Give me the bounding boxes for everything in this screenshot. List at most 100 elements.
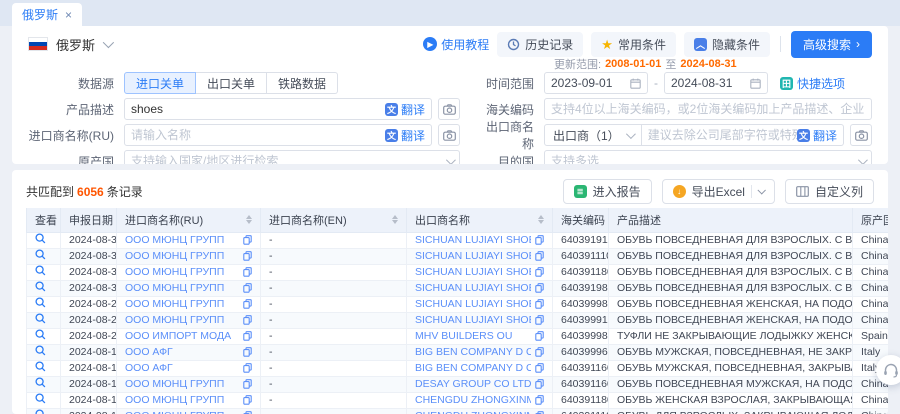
column-header[interactable]: 申报日期: [61, 208, 117, 232]
sort-icon[interactable]: [538, 215, 544, 224]
cell-view[interactable]: [27, 312, 61, 328]
copy-icon[interactable]: [243, 251, 252, 261]
importer-ru-link[interactable]: ООО МЮНЦ ГРУПП: [125, 282, 224, 294]
exporter-link[interactable]: DESAY GROUP CO LTD: [415, 378, 531, 390]
exporter-link[interactable]: BIG BEN COMPANY D O O FROM BEST T: [415, 362, 531, 374]
exporter-link[interactable]: MHV BUILDERS OU: [415, 330, 512, 342]
tab-russia[interactable]: 俄罗斯 ×: [12, 3, 82, 26]
view-icon[interactable]: [35, 345, 46, 356]
importer-ru-link[interactable]: ООО МЮНЦ ГРУПП: [125, 250, 224, 262]
view-icon[interactable]: [35, 393, 46, 404]
view-icon[interactable]: [35, 297, 46, 308]
copy-icon[interactable]: [243, 331, 252, 341]
cell-view[interactable]: [27, 392, 61, 408]
exporter-type-select[interactable]: 出口商（1）: [544, 124, 642, 146]
importer-ru-link[interactable]: ООО МЮНЦ ГРУПП: [125, 234, 224, 246]
copy-icon[interactable]: [535, 315, 544, 325]
cell-view[interactable]: [27, 328, 61, 344]
view-icon[interactable]: [35, 281, 46, 292]
translate-button[interactable]: 文 翻译: [385, 127, 425, 144]
tab-export-declarations[interactable]: 出口关单: [196, 72, 267, 94]
enter-report-button[interactable]: ≣ 进入报告: [563, 179, 652, 204]
cell-view[interactable]: [27, 360, 61, 376]
cell-view[interactable]: [27, 376, 61, 392]
importer-ru-link[interactable]: ООО МЮНЦ ГРУПП: [125, 266, 224, 278]
tab-railway-data[interactable]: 铁路数据: [267, 72, 338, 94]
importer-ru-link[interactable]: ООО ИМПОРТ МОДА: [125, 330, 231, 342]
customs-code-input[interactable]: [551, 102, 865, 116]
export-excel-button[interactable]: ↓ 导出Excel: [662, 179, 775, 204]
tutorial-link[interactable]: ▶ 使用教程: [423, 36, 489, 53]
copy-icon[interactable]: [243, 267, 252, 277]
view-icon[interactable]: [35, 361, 46, 372]
hide-conditions-button[interactable]: ︿ 隐藏条件: [684, 32, 770, 57]
importer-ru-link[interactable]: ООО МЮНЦ ГРУПП: [125, 298, 224, 310]
cell-view[interactable]: [27, 344, 61, 360]
destination-select[interactable]: [544, 150, 872, 164]
copy-icon[interactable]: [535, 283, 544, 293]
importer-ru-link[interactable]: ООО МЮНЦ ГРУПП: [125, 378, 224, 390]
copy-icon[interactable]: [243, 299, 252, 309]
copy-icon[interactable]: [535, 331, 544, 341]
support-float-button[interactable]: [876, 355, 900, 385]
exporter-link[interactable]: SICHUAN LUJIAYI SHOES CO LTD: [415, 266, 531, 278]
copy-icon[interactable]: [535, 363, 544, 373]
close-icon[interactable]: ×: [65, 9, 72, 21]
destination-input[interactable]: [551, 154, 852, 164]
country-selector-label[interactable]: 俄罗斯: [56, 35, 95, 54]
custom-columns-button[interactable]: 自定义列: [785, 179, 874, 204]
copy-icon[interactable]: [535, 395, 544, 405]
view-icon[interactable]: [35, 329, 46, 340]
copy-icon[interactable]: [243, 379, 252, 389]
exporter-link[interactable]: SICHUAN LUJIAYI SHOES CO LTD: [415, 314, 531, 326]
copy-icon[interactable]: [535, 235, 544, 245]
history-button[interactable]: 历史记录: [497, 32, 583, 57]
image-search-button[interactable]: [850, 124, 872, 146]
column-header[interactable]: 进口商名称(RU): [117, 208, 261, 232]
exporter-link[interactable]: SICHUAN LUJIAYI SHOES CO LTD: [415, 298, 531, 310]
cell-view[interactable]: [27, 232, 61, 248]
copy-icon[interactable]: [243, 283, 252, 293]
tab-import-declarations[interactable]: 进口关单: [124, 72, 196, 94]
copy-icon[interactable]: [535, 267, 544, 277]
cell-view[interactable]: [27, 264, 61, 280]
importer-ru-link[interactable]: ООО АФГ: [125, 346, 173, 358]
image-search-button[interactable]: [438, 124, 460, 146]
importer-ru-link[interactable]: ООО МЮНЦ ГРУПП: [125, 314, 224, 326]
copy-icon[interactable]: [535, 379, 544, 389]
copy-icon[interactable]: [243, 395, 252, 405]
view-icon[interactable]: [35, 265, 46, 276]
date-start-input[interactable]: 2023-09-01: [544, 72, 648, 94]
exporter-link[interactable]: CHENGDU ZHONGXINMIAO TRADING C: [415, 410, 531, 414]
copy-icon[interactable]: [243, 235, 252, 245]
cell-view[interactable]: [27, 408, 61, 414]
exporter-link[interactable]: SICHUAN LUJIAYI SHOES CO LTD: [415, 250, 531, 262]
advanced-search-button[interactable]: 高级搜索 ›: [791, 31, 872, 58]
origin-country-select[interactable]: [124, 150, 460, 164]
chevron-down-icon[interactable]: [103, 37, 114, 48]
cell-view[interactable]: [27, 280, 61, 296]
column-header[interactable]: 出口商名称: [407, 208, 553, 232]
view-icon[interactable]: [35, 377, 46, 388]
importer-ru-link[interactable]: ООО МЮНЦ ГРУПП: [125, 410, 224, 414]
product-desc-input[interactable]: [131, 102, 385, 116]
importer-ru-link[interactable]: ООО АФГ: [125, 362, 173, 374]
origin-country-input[interactable]: [131, 154, 440, 164]
exporter-link[interactable]: SICHUAN LUJIAYI SHOES CO LTD: [415, 234, 531, 246]
view-icon[interactable]: [35, 233, 46, 244]
view-icon[interactable]: [35, 249, 46, 260]
translate-button[interactable]: 文 翻译: [385, 101, 425, 118]
importer-input[interactable]: [131, 128, 385, 142]
view-icon[interactable]: [35, 313, 46, 324]
copy-icon[interactable]: [243, 315, 252, 325]
sort-icon[interactable]: [246, 215, 252, 224]
translate-button[interactable]: 文 翻译: [797, 127, 837, 144]
cell-view[interactable]: [27, 296, 61, 312]
copy-icon[interactable]: [535, 299, 544, 309]
quick-options-link[interactable]: 田 快捷选项: [780, 75, 845, 92]
copy-icon[interactable]: [243, 347, 252, 357]
image-search-button[interactable]: [438, 98, 460, 120]
exporter-link[interactable]: BIG BEN COMPANY D O O FROM BEST T: [415, 346, 531, 358]
view-icon[interactable]: [35, 409, 46, 414]
date-end-input[interactable]: 2024-08-31: [664, 72, 768, 94]
